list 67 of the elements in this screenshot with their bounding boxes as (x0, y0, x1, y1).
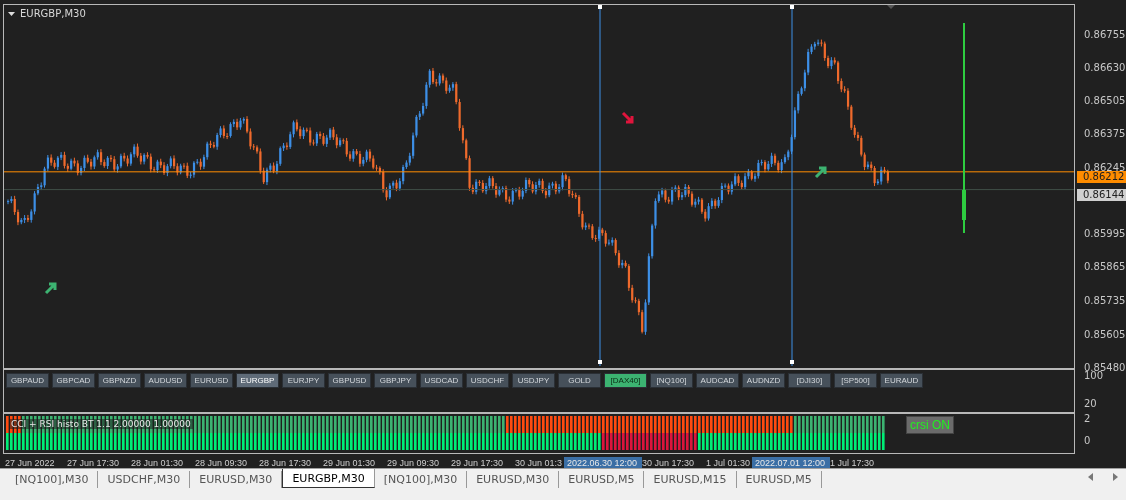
scale-label: 100 (1084, 370, 1104, 382)
symbol-button[interactable]: [SP500] (834, 373, 877, 388)
time-label: 27 Jun 2022 (5, 456, 56, 470)
symbol-button[interactable]: [DAX40] (604, 373, 647, 388)
toggle-button[interactable]: crsi ON (906, 416, 954, 434)
symbol-button[interactable]: GBPNZD (98, 373, 141, 388)
price-label: 0.85735 (1084, 295, 1126, 307)
time-label: 30 Jun 17:30 (642, 456, 696, 470)
scroll-right-icon[interactable] (1113, 473, 1118, 481)
time-label: 29 Jun 17:30 (451, 456, 505, 470)
price-tag: 0.86212 (1077, 171, 1126, 183)
chart-tab[interactable]: EURUSD,M5 (736, 471, 822, 488)
price-label: 0.86375 (1084, 128, 1126, 140)
price-label: 0.86245 (1084, 162, 1126, 173)
time-label: 29 Jun 01:30 (323, 456, 377, 470)
time-label: 27 Jun 17:30 (67, 456, 121, 470)
time-label: 28 Jun 01:30 (131, 456, 185, 470)
arrow-icon (44, 282, 57, 295)
vertical-line[interactable] (598, 5, 602, 366)
symbol-button[interactable]: [NQ100] (650, 373, 693, 388)
symbol-button[interactable]: EURAUD (880, 373, 923, 388)
symbol-button[interactable]: EURGBP (236, 373, 279, 388)
price-label: 0.86505 (1084, 95, 1126, 107)
price-label: 0.85865 (1084, 261, 1126, 273)
symbol-button[interactable]: GBPCAD (52, 373, 95, 388)
symbol-button[interactable]: GBPUSD (328, 373, 371, 388)
price-tag: 0.86144 (1077, 189, 1126, 201)
symbol-button[interactable]: USDCAD (420, 373, 463, 388)
indicator-label: CCI + RSI histo BT 1.1 2.00000 1.00000 (9, 419, 193, 429)
time-label: 29 Jun 09:30 (387, 456, 441, 470)
chart-tab[interactable]: EURUSD,M30 (467, 471, 560, 488)
symbol-button[interactable]: GOLD (558, 373, 601, 388)
symbol-button[interactable]: AUDCAD (696, 373, 739, 388)
chart-tab[interactable]: EURUSD,M5 (559, 471, 645, 488)
symbol-label: EURGBP,M30 (20, 8, 86, 19)
dropdown-icon[interactable] (8, 11, 15, 16)
time-label: 30 Jun 01:3 (515, 456, 564, 470)
chart-tab[interactable]: [NQ100],M30 (374, 471, 468, 488)
symbol-button[interactable]: AUDUSD (144, 373, 187, 388)
scroll-left-icon[interactable] (1088, 473, 1093, 481)
symbol-button[interactable]: USDCHF (466, 373, 509, 388)
chart-tab[interactable]: USDCHF,M30 (98, 471, 191, 488)
time-label: 28 Jun 09:30 (195, 456, 249, 470)
price-label: 0.85995 (1084, 228, 1126, 240)
chart-tab[interactable]: EURGBP,M30 (282, 469, 375, 488)
triangle-icon (887, 5, 895, 9)
vertical-line[interactable] (790, 5, 794, 366)
price-label: 0.85605 (1084, 329, 1126, 341)
symbol-button[interactable]: GBPAUD (6, 373, 49, 388)
symbol-button[interactable]: USDJPY (512, 373, 555, 388)
chart-tab[interactable]: EURUSD,M15 (644, 471, 737, 488)
time-label: 1 Jul 01:30 (706, 456, 752, 470)
price-label: 0.86755 (1084, 29, 1126, 41)
arrow-icon (814, 166, 827, 179)
symbol-button[interactable]: AUDNZD (742, 373, 785, 388)
price-label: 0.86630 (1084, 62, 1126, 74)
arrow-icon (621, 111, 634, 124)
symbol-button[interactable]: GBPJPY (374, 373, 417, 388)
symbol-button[interactable]: [DJI30] (788, 373, 831, 388)
time-label: 28 Jun 17:30 (259, 456, 313, 470)
chart-tab[interactable]: [NQ100],M30 (6, 471, 99, 488)
time-label: 1 Jul 17:30 (830, 456, 876, 470)
scale-label: 2 (1084, 413, 1091, 425)
symbol-button[interactable]: EURJPY (282, 373, 325, 388)
symbol-button[interactable]: EURUSD (190, 373, 233, 388)
scale-label: 0 (1084, 435, 1091, 447)
scale-label: 20 (1084, 398, 1097, 410)
